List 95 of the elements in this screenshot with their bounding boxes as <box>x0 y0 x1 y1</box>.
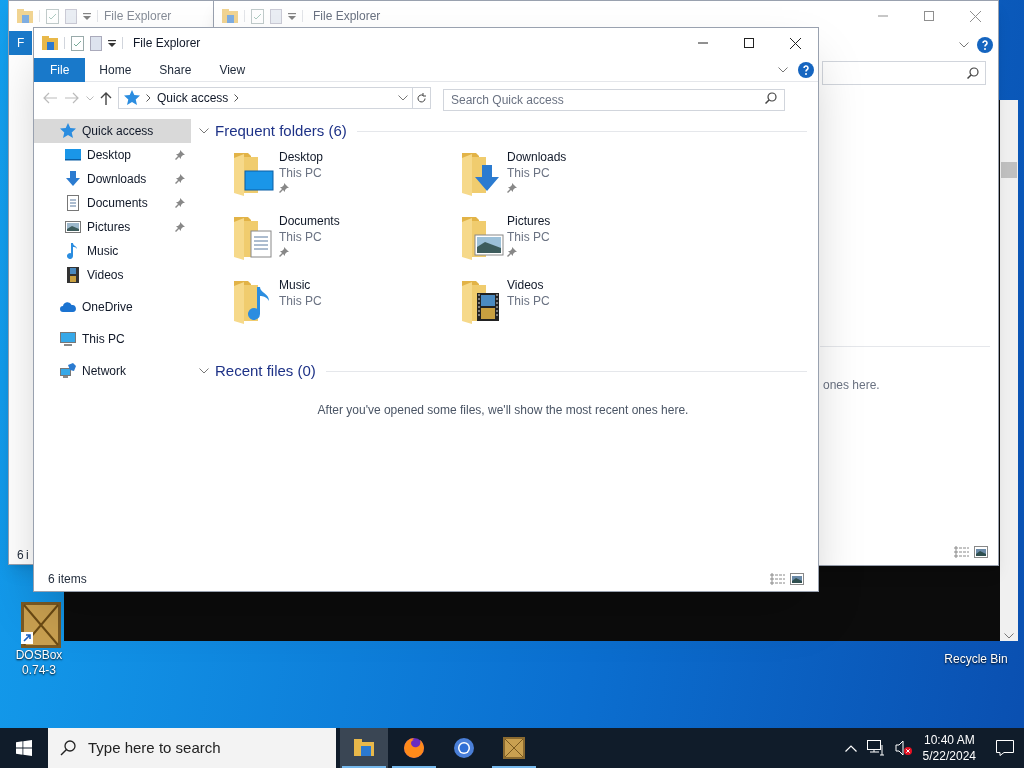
desktop-icon <box>65 147 81 163</box>
ribbon-expand-icon[interactable] <box>959 42 969 48</box>
folder-location: This PC <box>279 229 323 245</box>
desktop-icon-label[interactable]: Recycle Bin <box>940 652 1012 667</box>
folder-location: This PC <box>279 165 323 181</box>
notification-icon[interactable] <box>996 740 1014 756</box>
clock-date[interactable]: 5/22/2024 <box>922 748 976 764</box>
caret-up-icon[interactable] <box>844 744 857 752</box>
expand-chevron-icon[interactable] <box>199 128 209 134</box>
taskbar-app-button[interactable] <box>340 728 388 768</box>
nav-item[interactable]: Quick access <box>34 119 191 143</box>
dropdown-icon[interactable] <box>108 39 116 47</box>
close-icon <box>969 10 981 22</box>
nav-item[interactable]: Pictures <box>34 215 191 239</box>
pin-icon <box>279 247 289 257</box>
pin-icon <box>175 222 185 232</box>
window-title: File Explorer <box>133 35 201 52</box>
folder-name[interactable]: Pictures <box>507 213 551 229</box>
search-field[interactable]: Search Quick access <box>443 89 785 111</box>
empty-message: After you've opened some files, we'll show the most recent ones here. <box>316 402 690 419</box>
status-text: 6 items <box>48 571 87 588</box>
folder-location: This PC <box>507 293 550 309</box>
maximize-icon <box>744 38 754 48</box>
close-icon <box>789 37 801 49</box>
film-icon <box>65 267 81 283</box>
search-field[interactable] <box>822 61 986 85</box>
star-icon <box>124 90 140 106</box>
chevron-right-icon <box>234 94 240 102</box>
cloud-icon <box>60 299 76 315</box>
picture-icon <box>65 219 81 235</box>
refresh-icon <box>416 92 427 104</box>
file-tab-edge[interactable]: F <box>9 31 33 55</box>
document-icon <box>65 195 81 211</box>
search-icon <box>60 740 76 756</box>
help-icon[interactable] <box>977 37 993 53</box>
muted-speaker-icon[interactable] <box>894 740 913 756</box>
circle-logo-icon <box>452 736 476 760</box>
star-icon <box>60 123 76 139</box>
folder-location: This PC <box>507 229 551 245</box>
refresh-button[interactable] <box>413 87 431 109</box>
status-text: 6 i <box>17 547 29 564</box>
folder-name[interactable]: Desktop <box>279 149 324 165</box>
taskbar-search-field[interactable]: Type here to search <box>48 728 336 768</box>
window-title: File Explorer <box>104 8 172 25</box>
ribbon-tab[interactable]: File <box>34 57 86 82</box>
up-arrow-icon[interactable] <box>100 91 112 105</box>
scroll-thumb[interactable] <box>1001 162 1017 178</box>
empty-message: ones here. <box>823 377 880 394</box>
folder-location: This PC <box>507 165 551 181</box>
search-icon[interactable] <box>765 92 777 104</box>
nav-item[interactable]: Documents <box>34 191 191 215</box>
folder-name[interactable]: Videos <box>507 277 550 293</box>
network-icon[interactable] <box>866 740 885 756</box>
ribbon-expand-icon[interactable] <box>778 66 788 73</box>
clock-time[interactable]: 10:40 AM <box>923 732 975 748</box>
pin-icon <box>175 174 185 184</box>
nav-item[interactable]: OneDrive <box>34 295 191 319</box>
properties-icon[interactable] <box>71 35 84 51</box>
computer-icon <box>60 331 76 347</box>
nav-item[interactable]: Downloads <box>34 167 191 191</box>
chevron-right-icon <box>146 94 151 102</box>
large-icons-view-icon[interactable] <box>974 546 988 558</box>
address-bar[interactable]: Quick access <box>118 87 413 109</box>
window-title: File Explorer <box>313 8 381 25</box>
pin-icon <box>175 150 185 160</box>
section-header[interactable]: Recent files (0) <box>215 359 316 383</box>
windows-logo-icon <box>16 740 32 756</box>
nav-item[interactable]: Network <box>34 359 191 383</box>
maximize-icon <box>924 10 934 21</box>
pin-icon <box>507 247 517 257</box>
large-icons-view-icon[interactable] <box>790 573 804 585</box>
nav-item[interactable]: Desktop <box>34 143 191 167</box>
nav-item[interactable]: This PC <box>34 327 191 351</box>
folder-name[interactable]: Music <box>279 277 322 293</box>
ribbon-tab[interactable]: Home <box>85 57 146 82</box>
download-arrow-icon <box>65 171 81 187</box>
network-icon <box>60 363 76 379</box>
section-header[interactable]: Frequent folders (6) <box>215 119 347 143</box>
help-icon[interactable] <box>798 61 814 78</box>
folder-location: This PC <box>279 293 322 309</box>
folder-name[interactable]: Downloads <box>507 149 567 165</box>
box-icon <box>502 736 526 760</box>
scrollbar[interactable] <box>1000 100 1018 641</box>
pin-icon <box>175 198 185 208</box>
search-icon[interactable] <box>967 67 979 79</box>
ribbon-tab[interactable]: View <box>205 57 260 82</box>
nav-item[interactable]: Videos <box>34 263 191 287</box>
pin-icon <box>507 183 517 193</box>
folder-name[interactable]: Documents <box>279 213 340 229</box>
nav-item[interactable]: Music <box>34 239 191 263</box>
pin-icon <box>279 183 289 193</box>
ribbon-tab[interactable]: Share <box>145 57 206 82</box>
scroll-down-icon[interactable] <box>1004 633 1014 639</box>
fox-globe-icon <box>402 736 426 760</box>
expand-chevron-icon[interactable] <box>199 368 209 374</box>
